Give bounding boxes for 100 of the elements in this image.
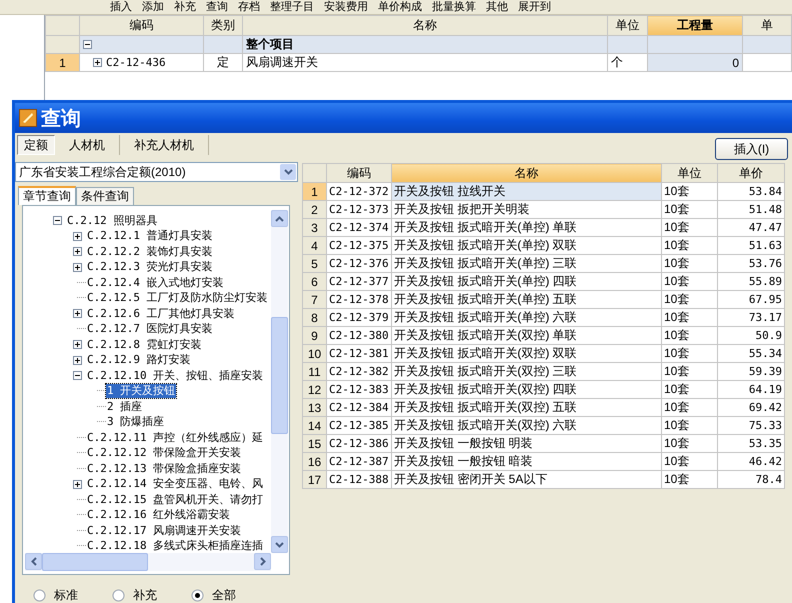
table-cell: 10套 [662,470,718,488]
tree-item[interactable]: C.2.12.6 工厂其他灯具安装 [86,306,236,321]
toolbar-button[interactable]: 单价构成 [378,0,422,14]
row-number[interactable]: 1 [302,182,326,200]
toolbar-button[interactable]: 安装费用 [324,0,368,14]
tab[interactable]: 章节查询 [18,186,76,205]
tree-item[interactable]: C.2.12.5 工厂灯及防水防尘灯安装 [86,291,269,306]
tree-item[interactable]: C.2.12.9 路灯安装 [86,353,192,368]
horizontal-scrollbar[interactable] [25,553,271,571]
toolbar-button[interactable]: 存档 [238,0,260,14]
column-header[interactable]: 单价 [718,164,784,182]
row-number[interactable]: 7 [302,290,326,308]
table-cell: 50.9 [718,326,784,344]
radio-button[interactable]: 标准 [33,587,78,603]
tree-item[interactable]: C.2.12.18 多线式床头柜插座连插 [86,539,264,553]
tab[interactable]: 条件查询 [76,187,134,205]
table-cell: 53.76 [718,254,784,272]
column-header[interactable]: 单 [742,16,792,36]
row-number[interactable]: 16 [302,452,326,470]
tree-item[interactable]: C.2.12.13 带保险盒插座安装 [86,462,242,476]
row-number[interactable]: 10 [302,344,326,362]
table-cell: 10套 [662,254,718,272]
tree-item[interactable]: C.2.12.14 安全变压器、电铃、风 [86,477,264,492]
tree-item[interactable]: C.2.12.10 开关、按钮、插座安装 [86,368,264,383]
column-header[interactable]: 名称 [392,164,662,182]
toolbar-button[interactable]: 批量换算 [432,0,476,14]
tree-item[interactable]: C.2.12.3 荧光灯具安装 [86,260,214,274]
column-header[interactable]: 编码 [326,164,392,182]
row-number[interactable]: 15 [302,434,326,452]
tree-item[interactable]: C.2.12.1 普通灯具安装 [86,229,214,244]
tree-item[interactable]: C.2.12.8 霓虹灯安装 [86,338,203,352]
radio-button[interactable]: 全部 [191,587,236,603]
library-dropdown[interactable]: 广东省安装工程综合定额(2010) [15,162,298,182]
row-number[interactable]: 14 [302,416,326,434]
row-number[interactable]: 6 [302,272,326,290]
vertical-scrollbar[interactable] [271,210,288,553]
table-cell: 开关及按钮 扳式暗开关(单控) 六联 [392,308,662,326]
tree-item[interactable]: C.2.12.15 盘管风机开关、请勿打 [86,492,264,507]
tree-item[interactable]: C.2.12 照明器具 [66,214,158,228]
tree-item[interactable]: C.2.12.2 装饰灯具安装 [86,244,214,259]
tree-item[interactable]: C.2.12.16 红外线浴霸安装 [86,508,232,522]
toolbar-button[interactable]: 展开到 [518,0,551,14]
tree-item[interactable]: 2 插座 [106,400,144,414]
table-cell: C2-12-385 [326,416,392,434]
toolbar-button[interactable]: 整理子目 [270,0,314,14]
row-number[interactable]: 8 [302,308,326,326]
plus-box-icon[interactable] [73,247,82,256]
table-cell: 10套 [662,326,718,344]
toolbar-button[interactable]: 查询 [206,0,228,14]
minus-box-icon[interactable] [73,371,82,380]
toolbar-button[interactable]: 补充 [174,0,196,14]
column-header[interactable]: 单位 [662,164,718,182]
plus-box-icon[interactable] [93,58,102,66]
table-cell: 10套 [662,362,718,380]
plus-box-icon[interactable] [73,232,82,241]
plus-box-icon[interactable] [73,480,82,489]
tree-item[interactable]: C.2.12.7 医院灯具安装 [86,322,214,336]
row-number[interactable]: 12 [302,380,326,398]
plus-box-icon[interactable] [73,309,82,318]
tree-item[interactable]: C.2.12.4 嵌入式地灯安装 [86,276,225,290]
tree-item[interactable]: C.2.12.11 声控（红外线感应）延 [86,430,264,445]
tree-item[interactable]: 1 开关及按钮 [106,384,176,398]
column-header[interactable]: 工程量 [648,16,742,36]
row-number[interactable]: 11 [302,362,326,380]
column-header[interactable]: 编码 [80,16,204,36]
radio-button[interactable]: 补充 [112,587,157,603]
table-cell: C2-12-379 [326,308,392,326]
table-cell: C2-12-381 [326,344,392,362]
table-cell: 10套 [662,182,718,200]
row-number[interactable]: 2 [302,200,326,218]
tab[interactable]: 定额 [17,135,55,155]
column-header[interactable]: 类别 [204,16,242,36]
tree-item[interactable]: C.2.12.17 风扇调速开关安装 [86,524,242,538]
plus-box-icon[interactable] [73,262,82,272]
app-icon [19,109,37,127]
plus-box-icon[interactable] [73,340,82,350]
tree-item[interactable]: C.2.12.12 带保险盒开关安装 [86,446,242,460]
row-number[interactable]: 17 [302,470,326,488]
toolbar-button[interactable]: 添加 [142,0,164,14]
minus-box-icon[interactable] [83,40,92,49]
table-cell: 53.35 [718,434,784,452]
row-number[interactable]: 5 [302,254,326,272]
row-number[interactable]: 3 [302,218,326,236]
toolbar-button[interactable]: 插入 [110,0,132,14]
table-cell: 10套 [662,434,718,452]
table-cell: 开关及按钮 扳式暗开关(单控) 双联 [392,236,662,254]
tree-item[interactable]: 3 防爆插座 [106,415,166,430]
row-number[interactable]: 13 [302,398,326,416]
toolbar-button[interactable]: 其他 [486,0,508,14]
minus-box-icon[interactable] [53,216,62,226]
table-cell: 开关及按钮 扳式暗开关(单控) 五联 [392,290,662,308]
insert-button[interactable]: 插入(I) [715,138,788,160]
row-number[interactable]: 1 [46,54,80,72]
row-number[interactable]: 9 [302,326,326,344]
column-header[interactable]: 单位 [608,16,648,36]
row-number[interactable]: 4 [302,236,326,254]
table-cell: 开关及按钮 扳式暗开关(单控) 三联 [392,254,662,272]
column-header[interactable]: 名称 [242,16,608,36]
table-cell: C2-12-436 [106,56,166,68]
plus-box-icon[interactable] [73,356,82,365]
